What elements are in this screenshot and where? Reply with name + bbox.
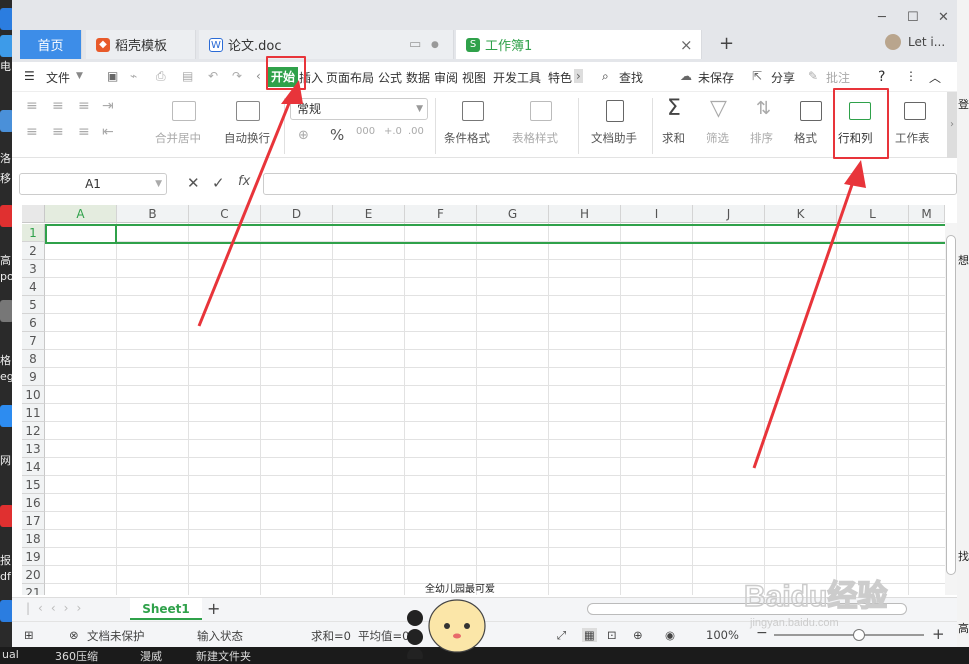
desktop-label: 漫威 bbox=[140, 650, 162, 663]
watermark-url: jingyan.baidu.com bbox=[749, 617, 839, 629]
arrow-to-row-col bbox=[752, 175, 857, 469]
media-icon bbox=[407, 648, 423, 659]
arrow-to-start-tab bbox=[197, 95, 294, 327]
media-icon bbox=[407, 610, 423, 626]
desktop-label: 想 bbox=[958, 254, 969, 267]
arrowhead bbox=[281, 80, 303, 104]
desktop-label: 新建文件夹 bbox=[196, 650, 251, 663]
desktop-label: ual bbox=[2, 648, 19, 661]
media-icon bbox=[407, 629, 423, 645]
desktop-left-strip: 电 洛 移 高 po 格 eg 网 报 df bbox=[0, 0, 14, 659]
desktop-label: 360压缩 bbox=[55, 650, 98, 663]
mascot-face bbox=[428, 599, 486, 653]
desktop-label: 高 bbox=[958, 622, 969, 635]
desktop-label: 找 bbox=[958, 550, 969, 563]
desktop-label: 登 bbox=[958, 98, 969, 111]
watermark-text: Baidu经验 bbox=[744, 579, 887, 613]
arrowhead bbox=[844, 160, 866, 188]
wps-window: 首页 ◆ 稻壳模板 W 论文.doc ▭ ● S 工作簿1 × + Let i.… bbox=[12, 0, 957, 647]
annotation-arrows bbox=[197, 80, 866, 469]
mascot-text: 全幼儿园最可爱 bbox=[425, 582, 495, 595]
mascot-sticker: 全幼儿园最可爱 bbox=[407, 582, 495, 659]
baidu-watermark: Baidu经验 jingyan.baidu.com bbox=[743, 578, 888, 629]
